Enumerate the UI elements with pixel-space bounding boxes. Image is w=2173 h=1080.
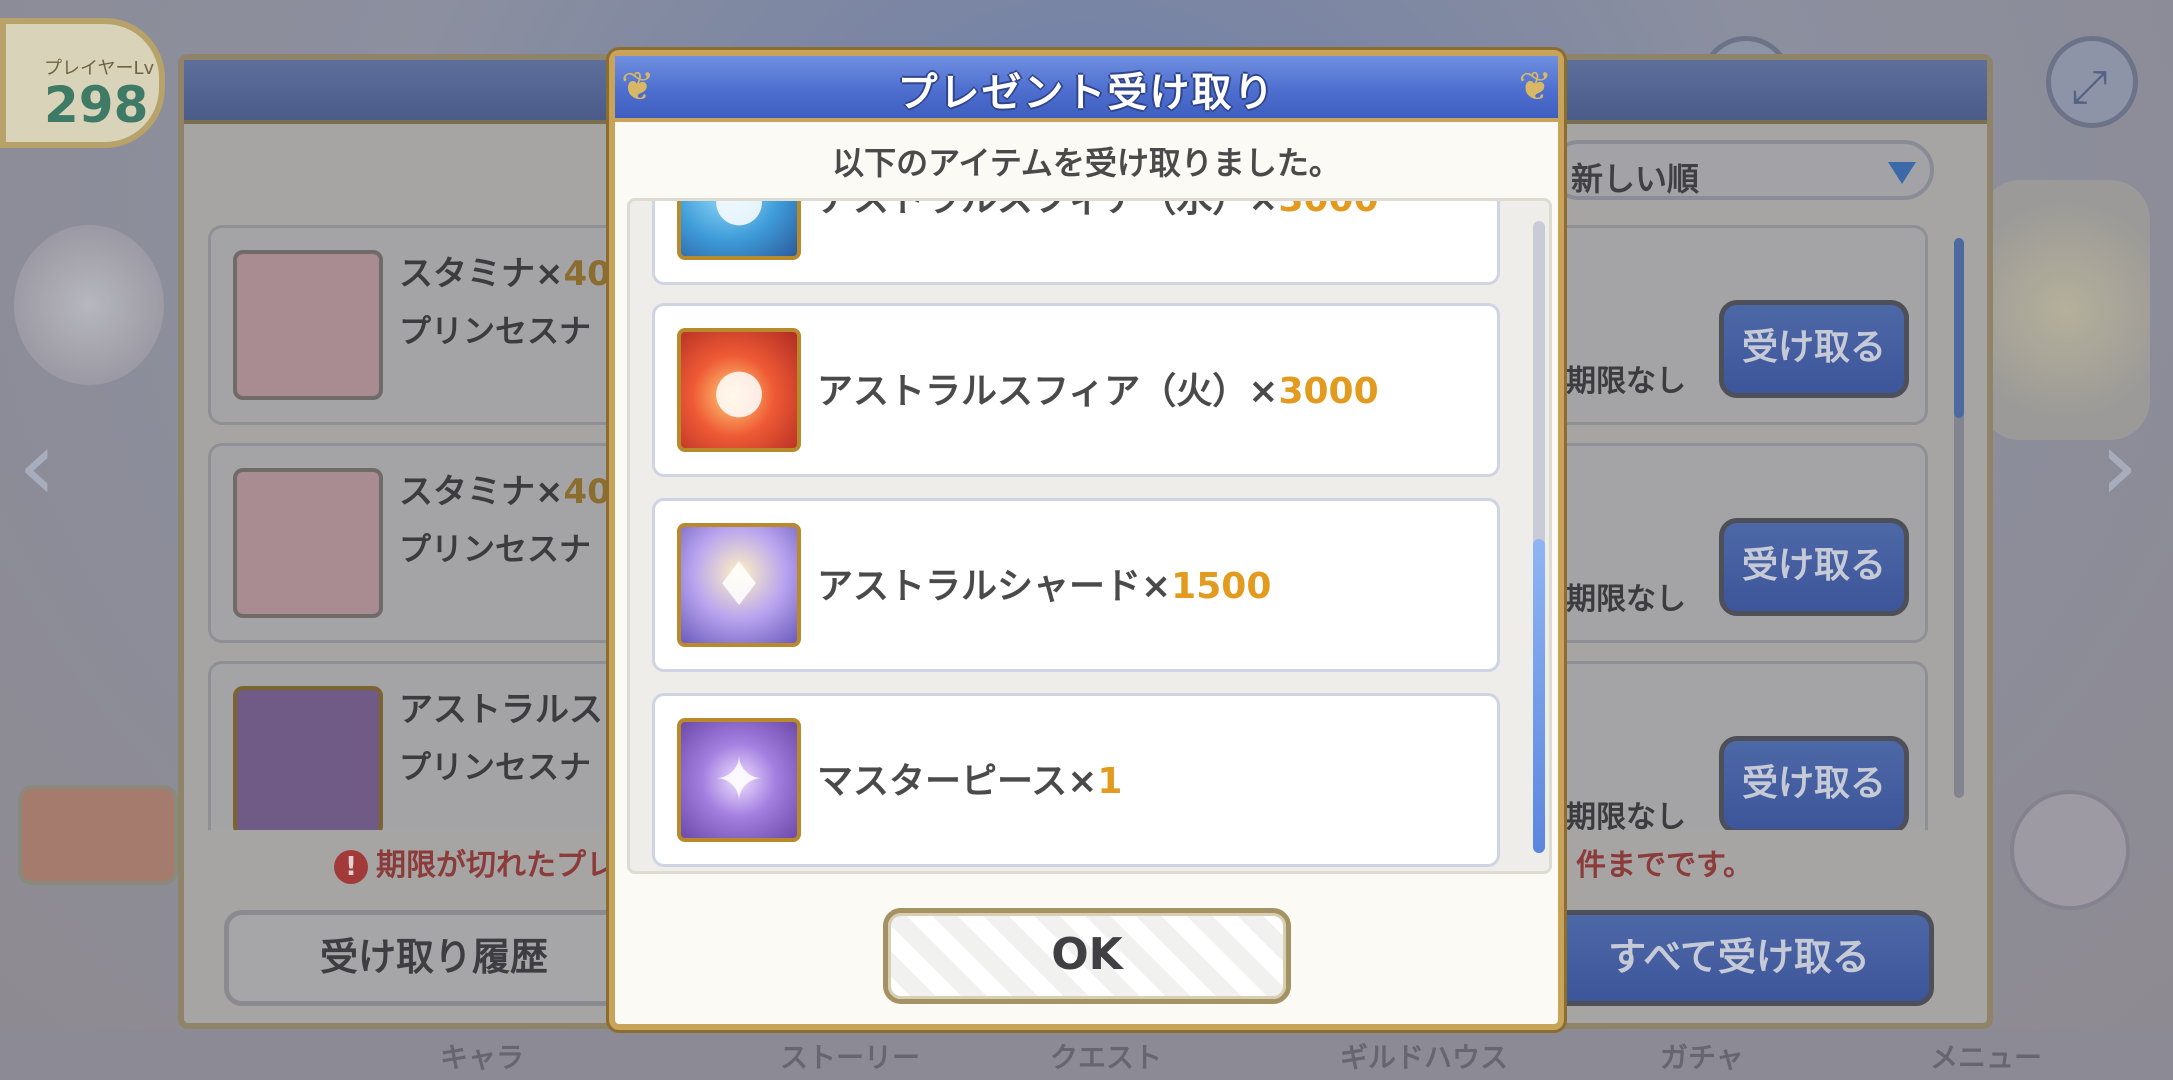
astral-sphere-icon xyxy=(233,686,383,830)
nav-item-menu[interactable]: メニュー xyxy=(1930,1036,2042,1076)
received-list-scroll-thumb[interactable] xyxy=(1533,539,1545,853)
received-item-label: マスターピース×1 xyxy=(817,761,1123,802)
received-item-qty: 1 xyxy=(1097,761,1123,802)
dialog-header: ❦ ❦ プレゼント受け取り xyxy=(615,56,1558,122)
received-item: ✦ マスターピース×1 xyxy=(652,693,1500,867)
received-item-qty: 3000 xyxy=(1278,198,1379,220)
event-banner-left[interactable] xyxy=(18,785,178,885)
received-item-label: アストラルスフィア（火）×3000 xyxy=(817,371,1379,412)
chevron-down-icon xyxy=(1888,162,1916,184)
present-list-scrollbar[interactable] xyxy=(1954,238,1964,798)
sort-select[interactable]: 新しい順 xyxy=(1549,140,1934,200)
expiry-warning-text: 期限が切れたプレ xyxy=(376,848,616,883)
ok-button[interactable]: OK xyxy=(883,908,1291,1004)
present-row-name: スタミナ×40 xyxy=(399,472,611,512)
bottom-nav: キャラ ストーリー クエスト ギルドハウス ガチャ メニュー xyxy=(0,1030,2173,1080)
present-row-limit: 期限なし xyxy=(1566,582,1686,617)
present-row-name: スタミナ×40 xyxy=(399,254,611,294)
nav-item-quest[interactable]: クエスト xyxy=(1050,1036,1162,1076)
received-item: ♦ アストラルシャード×1500 xyxy=(652,498,1500,672)
present-row-source: プリンセスナ xyxy=(399,530,592,568)
player-level-badge: プレイヤーLv 298 xyxy=(0,18,165,148)
nav-item-gacha[interactable]: ガチャ xyxy=(1660,1036,1744,1076)
received-list-scrollbar[interactable] xyxy=(1533,221,1545,853)
nav-item-chara[interactable]: キャラ xyxy=(440,1036,524,1076)
received-item: ● アストラルスフィア（火）×3000 xyxy=(652,303,1500,477)
stamina-potion-icon xyxy=(233,468,383,618)
receive-button[interactable]: 受け取る xyxy=(1719,300,1909,398)
present-shortcut-icon[interactable] xyxy=(2010,790,2130,910)
astral-shard-icon: ♦ xyxy=(677,523,801,647)
character-portrait-left xyxy=(14,225,164,385)
present-list-scroll-thumb[interactable] xyxy=(1954,238,1964,418)
received-item-qty: 3000 xyxy=(1278,371,1379,412)
stamina-potion-icon xyxy=(233,250,383,400)
expiry-warning: ! 期限が切れたプレ xyxy=(334,840,616,884)
nav-item-guildhouse[interactable]: ギルドハウス xyxy=(1340,1036,1508,1076)
next-arrow-icon[interactable]: › xyxy=(2100,410,2138,522)
expand-button[interactable]: ⤢ xyxy=(2046,36,2138,128)
received-item-list: ● アストラルスフィア（水）×3000 ● アストラルスフィア（火）×3000 … xyxy=(627,198,1552,874)
sort-select-label: 新しい順 xyxy=(1571,160,1700,198)
present-row-qty: 40 xyxy=(563,254,611,294)
history-button[interactable]: 受け取り履歴 xyxy=(224,910,644,1006)
fire-sphere-icon: ● xyxy=(677,328,801,452)
received-item-qty: 1500 xyxy=(1171,566,1272,607)
nav-item-story[interactable]: ストーリー xyxy=(780,1036,920,1076)
dialog-message: 以下のアイテムを受け取りました。 xyxy=(832,144,1341,182)
received-item-label: アストラルシャード×1500 xyxy=(817,566,1272,607)
present-row-name: アストラルス xyxy=(399,690,603,730)
receive-button[interactable]: 受け取る xyxy=(1719,518,1909,616)
master-piece-icon: ✦ xyxy=(677,718,801,842)
dialog-title: プレゼント受け取り xyxy=(897,70,1276,116)
water-sphere-icon: ● xyxy=(677,201,801,260)
present-row-limit: 期限なし xyxy=(1566,364,1686,399)
receive-all-button[interactable]: すべて受け取る xyxy=(1544,910,1934,1006)
received-item-label: アストラルスフィア（水）×3000 xyxy=(817,198,1379,222)
prev-arrow-icon[interactable]: ‹ xyxy=(18,410,56,522)
character-portrait-right xyxy=(1980,180,2150,440)
expand-icon: ⤢ xyxy=(2071,59,2108,113)
present-row-source: プリンセスナ xyxy=(399,748,592,786)
warning-icon: ! xyxy=(334,849,368,884)
receive-button[interactable]: 受け取る xyxy=(1719,736,1909,830)
present-row-source: プリンセスナ xyxy=(399,312,592,350)
received-item: ● アストラルスフィア（水）×3000 xyxy=(652,198,1500,285)
present-row-qty: 40 xyxy=(563,472,611,512)
received-dialog: ❦ ❦ プレゼント受け取り 以下のアイテムを受け取りました。 ● アストラルスフ… xyxy=(609,50,1564,1030)
player-level-value: 298 xyxy=(44,76,149,134)
expiry-warning-tail: 件までです。 xyxy=(1576,848,1753,883)
present-row-limit: 期限なし xyxy=(1566,800,1686,830)
